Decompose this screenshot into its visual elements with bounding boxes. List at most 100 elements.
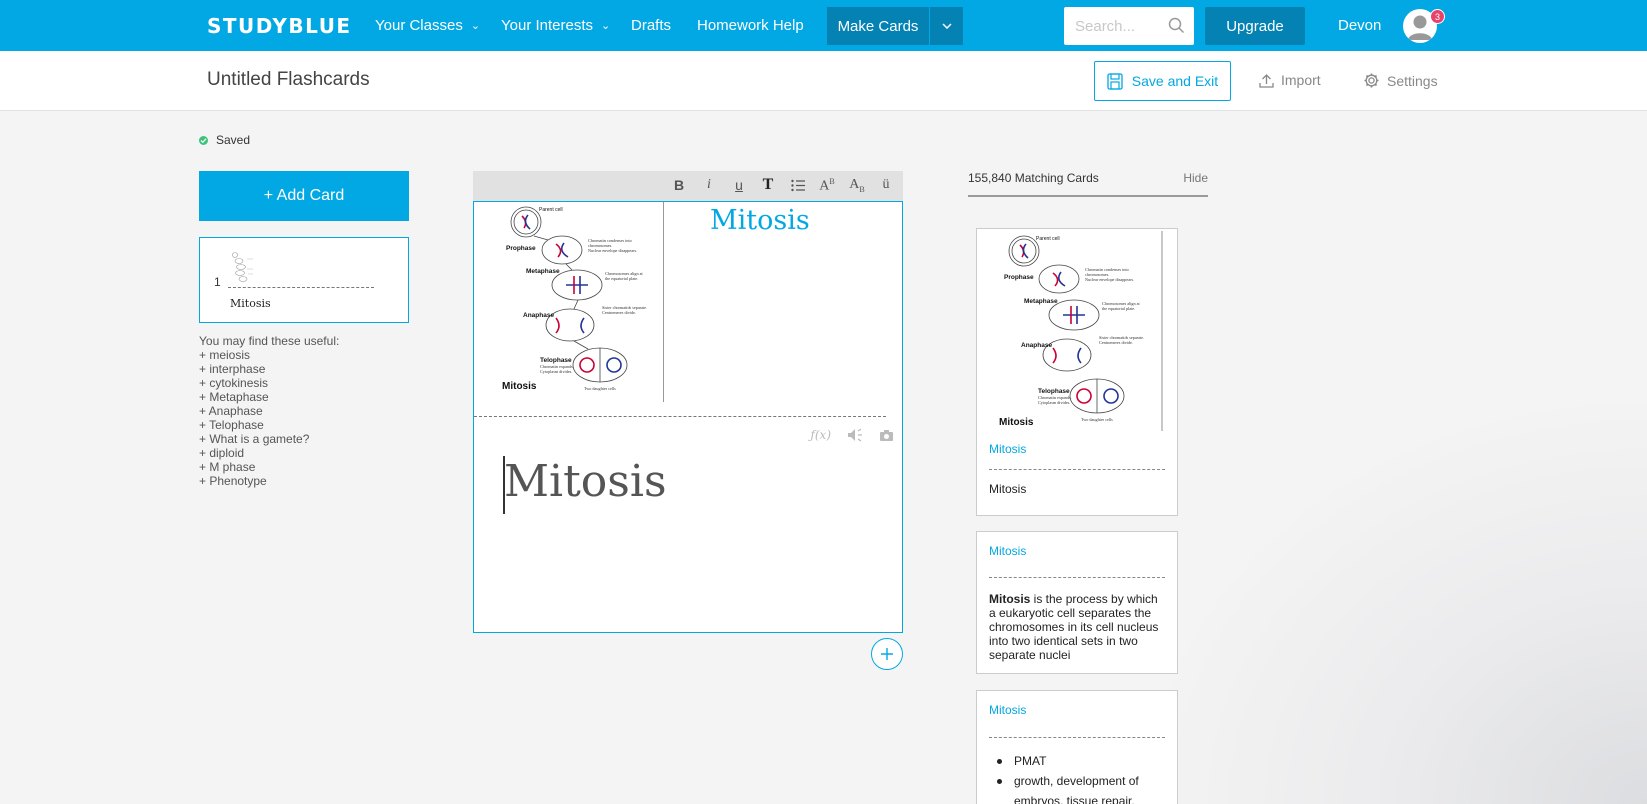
matching-card-back: Mitosis is the process by which a eukary…: [989, 592, 1165, 662]
matching-card-back: PMAT growth, development of embryos, tis…: [989, 751, 1165, 804]
nav-label: Your Classes: [375, 17, 463, 34]
mitosis-diagram-image: Parent cell Prophase Metaphase Anaphase …: [999, 231, 1163, 431]
suggestion-item[interactable]: + diploid: [199, 446, 339, 460]
upgrade-button[interactable]: Upgrade: [1205, 7, 1305, 45]
svg-text:Two daughter cells: Two daughter cells: [1081, 417, 1113, 422]
bold-button[interactable]: B: [668, 177, 690, 193]
make-cards-dropdown[interactable]: [929, 7, 963, 45]
hide-button[interactable]: Hide: [1183, 171, 1208, 185]
svg-text:Prophase: Prophase: [1004, 274, 1034, 281]
save-and-exit-button[interactable]: Save and Exit: [1094, 61, 1231, 101]
user-name[interactable]: Devon: [1338, 17, 1381, 34]
search-icon[interactable]: [1168, 17, 1185, 34]
settings-label: Settings: [1387, 72, 1438, 89]
nav-your-interests[interactable]: Your Interests ⌄: [501, 17, 610, 34]
suggestion-item[interactable]: + Anaphase: [199, 404, 339, 418]
matching-card-divider: [989, 577, 1165, 578]
svg-text:Telophase: Telophase: [1038, 388, 1070, 395]
nav-your-classes[interactable]: Your Classes ⌄: [375, 17, 480, 34]
matching-count: 155,840 Matching Cards: [968, 171, 1099, 185]
nav-homework-help[interactable]: Homework Help: [697, 17, 804, 34]
text-size-button[interactable]: T: [757, 176, 779, 194]
matching-card-back-term: Mitosis: [989, 592, 1031, 606]
svg-text:Telophase: Telophase: [540, 357, 572, 364]
gear-icon: [1364, 73, 1379, 88]
camera-icon[interactable]: [879, 429, 894, 442]
subscript-button[interactable]: AB: [846, 177, 868, 194]
studyblue-logo[interactable]: STUDYBLUE: [207, 14, 352, 38]
background-shade: [1127, 384, 1647, 804]
svg-text:Prophase: Prophase: [506, 245, 536, 252]
nav-label: Your Interests: [501, 17, 593, 34]
svg-text:Two daughter cells: Two daughter cells: [584, 386, 616, 391]
special-character-button[interactable]: ü: [875, 177, 897, 193]
underline-button[interactable]: u: [728, 177, 750, 193]
suggestions: You may find these useful: + meiosis + i…: [199, 334, 339, 488]
list-item: PMAT: [989, 751, 1165, 771]
save-status-label: Saved: [216, 133, 251, 147]
matching-card-front: Mitosis: [989, 703, 1027, 717]
suggestion-item[interactable]: + M phase: [199, 460, 339, 474]
suggestion-item[interactable]: + meiosis: [199, 348, 339, 362]
add-card-button[interactable]: + Add Card: [199, 171, 409, 221]
svg-text:Metaphase: Metaphase: [526, 268, 560, 275]
superscript-button[interactable]: AB: [816, 177, 838, 195]
card-divider: [228, 287, 374, 288]
svg-text:Parent cell: Parent cell: [539, 207, 563, 213]
svg-text:Centromeres divide.: Centromeres divide.: [602, 310, 636, 315]
matching-card-back: Mitosis: [989, 482, 1027, 496]
format-toolbar: B i u T AB AB ü: [473, 171, 903, 201]
svg-text:Parent cell: Parent cell: [1036, 236, 1060, 242]
save-status: Saved: [199, 133, 250, 147]
svg-text:Mitosis: Mitosis: [999, 417, 1034, 428]
page-title[interactable]: Untitled Flashcards: [207, 69, 370, 91]
matching-card-front: Mitosis: [989, 544, 1027, 558]
card-thumbnail[interactable]: 1 Mitosis: [199, 237, 409, 323]
search-input[interactable]: [1064, 7, 1164, 45]
svg-text:Mitosis: Mitosis: [502, 381, 537, 392]
svg-text:Nuclear envelope disappears.: Nuclear envelope disappears.: [588, 248, 637, 253]
back-tools: ƒ(x): [810, 428, 894, 442]
card-front-text[interactable]: Mitosis: [710, 205, 810, 236]
mitosis-diagram-image: Parent cell Prophase Metaphase Anaphase …: [502, 206, 647, 392]
card-label: Mitosis: [230, 297, 271, 310]
audio-icon[interactable]: [847, 428, 863, 442]
svg-text:the equatorial plate.: the equatorial plate.: [605, 276, 638, 281]
add-side-button[interactable]: [871, 638, 903, 670]
upload-icon: [1259, 73, 1274, 88]
matching-card-front: Mitosis: [989, 442, 1027, 456]
save-icon: [1107, 72, 1123, 90]
suggestion-item[interactable]: + What is a gamete?: [199, 432, 339, 446]
suggestion-item[interactable]: + Phenotype: [199, 474, 339, 488]
italic-button[interactable]: i: [698, 177, 720, 193]
settings-button[interactable]: Settings: [1363, 72, 1438, 89]
svg-text:the equatorial plate.: the equatorial plate.: [1102, 306, 1135, 311]
card-editor: Parent cell Prophase Metaphase Anaphase …: [473, 201, 903, 633]
svg-text:Cytoplasm divides.: Cytoplasm divides.: [540, 369, 572, 374]
svg-text:Nuclear envelope disappears.: Nuclear envelope disappears.: [1085, 277, 1134, 282]
suggestion-item[interactable]: + Telophase: [199, 418, 339, 432]
import-label: Import: [1281, 72, 1321, 88]
list-button[interactable]: [787, 179, 809, 195]
list-item: growth, development of embryos, tissue r…: [989, 771, 1165, 804]
matching-card-bullets: PMAT growth, development of embryos, tis…: [989, 751, 1165, 804]
search-box: [1064, 7, 1194, 45]
make-cards-group: Make Cards: [827, 7, 963, 45]
mitosis-diagram[interactable]: Parent cell Prophase Metaphase Anaphase …: [474, 202, 664, 402]
make-cards-button[interactable]: Make Cards: [827, 7, 929, 45]
suggestion-item[interactable]: + Metaphase: [199, 390, 339, 404]
check-icon: [199, 135, 208, 145]
suggestion-item[interactable]: + cytokinesis: [199, 376, 339, 390]
svg-text:Metaphase: Metaphase: [1024, 298, 1058, 305]
matching-header: 155,840 Matching Cards Hide: [968, 171, 1208, 197]
notification-badge[interactable]: 3: [1430, 9, 1445, 24]
nav-drafts[interactable]: Drafts: [631, 17, 671, 34]
svg-text:Anaphase: Anaphase: [523, 312, 554, 319]
matching-card[interactable]: Mitosis Mitosis is the process by which …: [976, 531, 1178, 674]
card-back-text[interactable]: Mitosis: [503, 456, 667, 514]
import-button[interactable]: Import: [1259, 72, 1321, 88]
formula-icon[interactable]: ƒ(x): [810, 428, 831, 442]
matching-card[interactable]: Parent cell Prophase Metaphase Anaphase …: [976, 228, 1178, 516]
matching-card[interactable]: Mitosis PMAT growth, development of embr…: [976, 690, 1178, 804]
suggestion-item[interactable]: + interphase: [199, 362, 339, 376]
